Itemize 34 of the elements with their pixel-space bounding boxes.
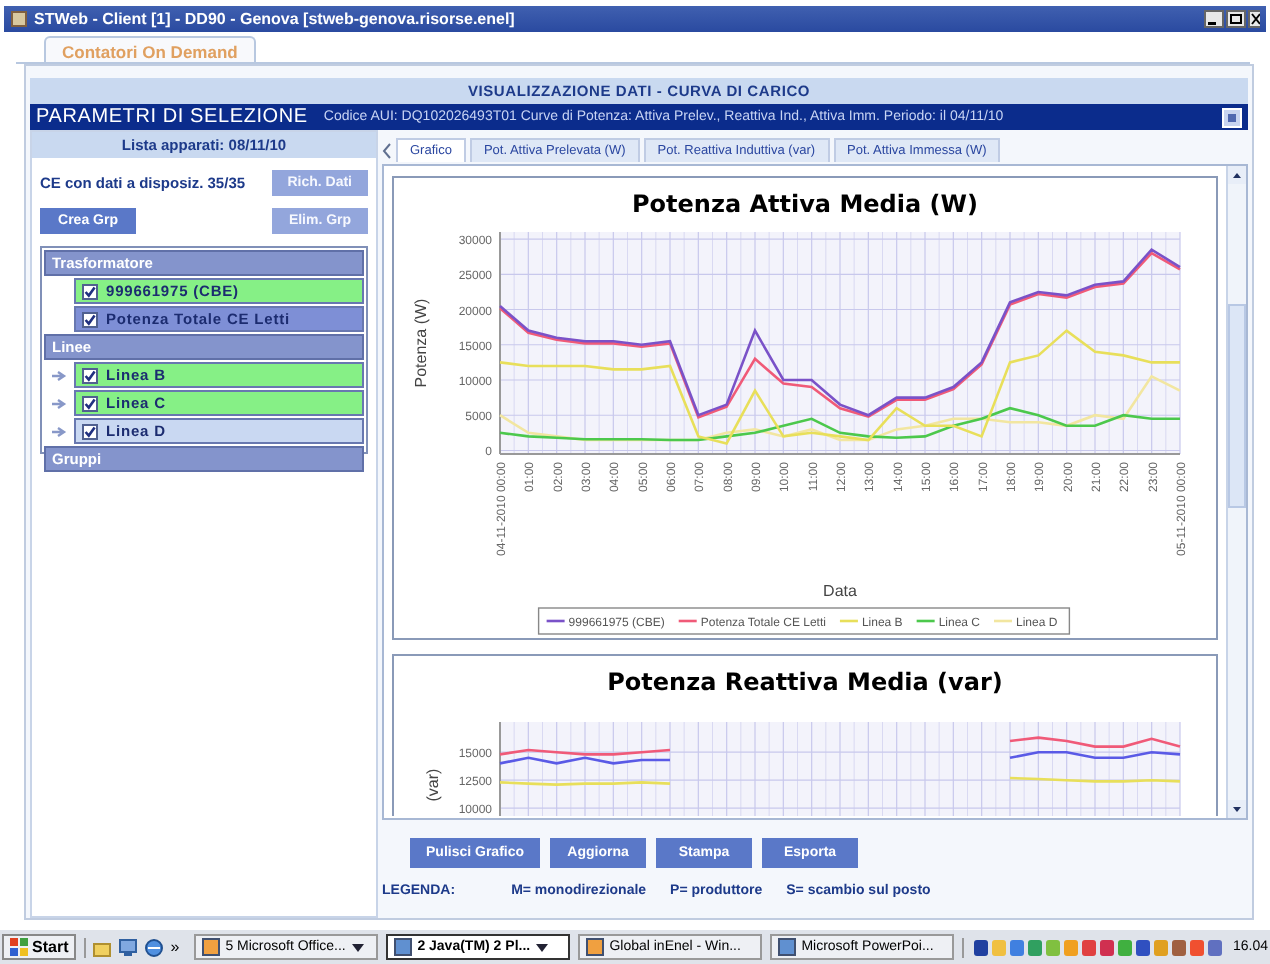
expand-arrow-icon[interactable] bbox=[52, 397, 68, 409]
axis-label: Potenza (W) bbox=[412, 298, 430, 388]
panel-icon[interactable] bbox=[1222, 107, 1242, 127]
window-icon bbox=[777, 938, 796, 956]
scrollbar-track[interactable] bbox=[1226, 166, 1246, 818]
minimize-button[interactable] bbox=[1204, 10, 1224, 28]
expand-arrow-icon[interactable] bbox=[52, 369, 68, 381]
expand-arrow-icon[interactable] bbox=[52, 425, 68, 437]
close-button[interactable] bbox=[1248, 10, 1260, 28]
chart-title: Potenza Attiva Media (W) bbox=[632, 190, 978, 218]
chart-title: Potenza Reattiva Media (var) bbox=[607, 668, 1003, 696]
globe-icon[interactable] bbox=[144, 937, 165, 957]
axis-label: Data bbox=[823, 582, 857, 600]
scroll-up-button[interactable] bbox=[1228, 166, 1246, 184]
checkbox[interactable] bbox=[82, 311, 98, 327]
windows-logo-icon bbox=[10, 938, 28, 956]
window-icon bbox=[585, 938, 604, 956]
checkbox[interactable] bbox=[82, 367, 98, 383]
window-icon bbox=[393, 938, 412, 956]
overflow-button[interactable]: » bbox=[170, 938, 180, 956]
selection-title: PARAMETRI DI SELEZIONE bbox=[36, 106, 308, 128]
axis-label: (var) bbox=[424, 768, 442, 802]
scroll-left-button[interactable] bbox=[382, 141, 392, 159]
start-button[interactable]: Start bbox=[2, 934, 77, 960]
checkbox[interactable] bbox=[82, 283, 98, 299]
scroll-down-button[interactable] bbox=[1228, 800, 1246, 818]
window-title: STWeb - Client [1] - DD90 - Genova [stweb-genova.risorse.enel] bbox=[34, 10, 517, 28]
desktop-icon[interactable] bbox=[118, 937, 139, 957]
checkbox[interactable] bbox=[82, 423, 98, 439]
maximize-button[interactable] bbox=[1226, 10, 1246, 28]
scrollbar-thumb[interactable] bbox=[1228, 304, 1246, 508]
window-icon bbox=[201, 938, 220, 956]
checkbox[interactable] bbox=[82, 395, 98, 411]
app-icon bbox=[10, 10, 28, 28]
